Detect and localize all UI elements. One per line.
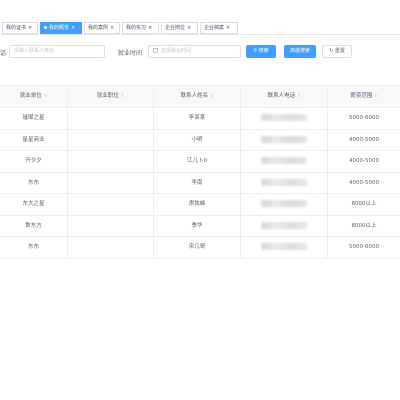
tag-label: 我的实习 (126, 25, 147, 31)
sort-icon[interactable]: ⇕ (297, 94, 300, 98)
cell-company: 数东方 (0, 215, 68, 236)
tag-company-archive[interactable]: 企业档案 × (200, 22, 238, 34)
table-row[interactable]: 东东 宋几哥 5000-6000 (0, 237, 400, 259)
employment-time-placeholder: 选择就业时间 (161, 48, 192, 54)
calendar-icon (153, 48, 158, 53)
tag-label: 我的案例 (88, 25, 109, 31)
cell-salary: 5000-6000 (349, 115, 379, 121)
table-row[interactable]: 星星商业 小明 4000-5000 (0, 129, 400, 151)
tag-label: 我的概览 (49, 25, 70, 31)
cell-salary: 4000-5000 (349, 136, 379, 143)
header-contact-name[interactable]: 联系人姓名 ⇕ (154, 86, 241, 107)
table-row[interactable]: 开夕夕 江儿卜0 4000-5000 (0, 151, 400, 173)
cell-position (68, 237, 154, 258)
cell-contact-phone (241, 237, 328, 258)
redacted-phone (261, 243, 307, 250)
cell-contact-phone (241, 151, 328, 172)
cell-contact-name: 季华 (154, 215, 241, 236)
cell-position (68, 108, 154, 129)
advanced-search-label: 高级搜索 (289, 48, 310, 54)
cell-contact-name: 李南 (154, 172, 241, 193)
header-company[interactable]: 就业单位 ⇕ (0, 86, 68, 107)
sort-icon[interactable]: ⇕ (121, 94, 124, 98)
employment-time-label: 就业时间 (118, 50, 143, 57)
employment-table: 就业单位 ⇕ 就业职位 ⇕ 联系人姓名 ⇕ 联系人电话 ⇕ 薪资范围 ⇕ 璀璨之星 李某某… (0, 85, 400, 259)
tag-certificate[interactable]: 我的证书 × (2, 22, 38, 34)
redacted-phone (261, 221, 307, 229)
sort-icon[interactable]: ⇕ (210, 94, 213, 98)
tag-label: 企业档案 (204, 25, 225, 31)
cell-contact-phone (241, 129, 328, 150)
close-icon[interactable]: × (187, 25, 191, 31)
sort-icon[interactable]: ⇕ (44, 94, 47, 98)
active-dot-icon (44, 26, 47, 29)
cell-contact-phone (241, 108, 328, 129)
reset-button-label: 重置 (334, 48, 345, 54)
cell-contact-phone (241, 194, 328, 215)
close-icon[interactable]: × (148, 25, 152, 31)
table-header: 就业单位 ⇕ 就业职位 ⇕ 联系人姓名 ⇕ 联系人电话 ⇕ 薪资范围 ⇕ (0, 86, 400, 108)
cell-position (68, 215, 154, 236)
tag-label: 企业岗位 (165, 25, 186, 31)
tag-cases[interactable]: 我的案例 × (84, 22, 120, 34)
cell-salary: 4000-5000 (349, 179, 379, 186)
employment-time-picker[interactable]: 选择就业时间 (148, 45, 241, 58)
header-contact-phone[interactable]: 联系人电话 ⇕ (241, 86, 328, 107)
search-icon: ⚲ (253, 48, 258, 54)
contact-phone-label: 话 (0, 50, 7, 57)
tag-overview[interactable]: 我的概览 × (40, 22, 82, 34)
cell-position (68, 129, 154, 150)
cell-company: 东东 (0, 172, 68, 193)
close-icon[interactable]: × (71, 25, 75, 31)
refresh-icon: ↻ (329, 48, 334, 54)
tags-view-bar: 我的证书 × 我的概览 × 我的案例 × 我的实习 × 企业岗位 × 企业档案 × (0, 0, 400, 35)
cell-contact-name: 肃独蜂 (154, 194, 241, 215)
header-salary[interactable]: 薪资范围 ⇕ (328, 86, 400, 107)
close-icon[interactable]: × (226, 25, 230, 31)
contact-phone-placeholder: 请输入联系人电话 (14, 48, 55, 54)
cell-salary: 8000以上 (351, 201, 377, 207)
cell-contact-phone (241, 215, 328, 236)
tag-internship[interactable]: 我的实习 × (122, 22, 159, 34)
cell-company: 东大之星 (0, 194, 68, 215)
tag-label: 我的证书 (6, 25, 27, 31)
cell-company: 开夕夕 (0, 151, 68, 172)
cell-company: 星星商业 (0, 129, 68, 150)
search-button-label: 搜索 (258, 48, 269, 54)
table-row[interactable]: 东东 李南 4000-5000 (0, 172, 400, 194)
header-position[interactable]: 就业职位 ⇕ (68, 86, 154, 107)
redacted-phone (261, 135, 307, 143)
sort-icon[interactable]: ⇕ (374, 94, 377, 98)
contact-phone-input[interactable]: 请输入联系人电话 (9, 45, 105, 58)
redacted-phone (261, 157, 307, 164)
redacted-phone (261, 114, 307, 121)
cell-contact-name: 李某某 (154, 108, 241, 129)
close-icon[interactable]: × (28, 25, 32, 31)
redacted-phone (261, 178, 307, 186)
cell-salary: 8000以上 (351, 222, 377, 229)
tag-company-positions[interactable]: 企业岗位 × (161, 22, 198, 34)
table-row[interactable]: 数东方 季华 8000以上 (0, 215, 400, 237)
table-row[interactable]: 东大之星 肃独蜂 8000以上 (0, 194, 400, 216)
cell-position (68, 172, 154, 193)
cell-company: 东东 (0, 237, 68, 258)
cell-contact-name: 小明 (154, 129, 241, 150)
close-icon[interactable]: × (110, 25, 114, 31)
search-button[interactable]: ⚲ 搜索 (246, 45, 276, 58)
cell-position (68, 151, 154, 172)
cell-contact-name: 宋几哥 (154, 237, 241, 258)
cell-contact-name: 江儿卜0 (154, 151, 241, 172)
cell-salary: 5000-6000 (349, 244, 379, 250)
cell-salary: 4000-5000 (349, 158, 379, 164)
cell-position (68, 194, 154, 215)
advanced-search-button[interactable]: 高级搜索 (284, 45, 316, 58)
table-row[interactable]: 璀璨之星 李某某 5000-6000 (0, 108, 400, 130)
cell-company: 璀璨之星 (0, 108, 68, 129)
cell-contact-phone (241, 172, 328, 193)
reset-button[interactable]: ↻ 重置 (322, 45, 352, 58)
redacted-phone (261, 200, 307, 207)
